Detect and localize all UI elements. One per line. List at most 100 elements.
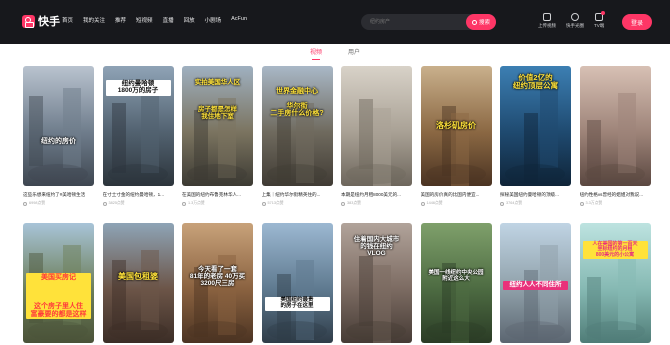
video-thumbnail[interactable] xyxy=(579,66,651,186)
video-card[interactable]: 美国买房记 这个房子里人住 富豪要的都是这样 xyxy=(23,223,94,343)
like-icon xyxy=(420,201,425,206)
video-meta: 3.3万点赞 xyxy=(579,201,651,206)
upload-video-button[interactable]: 上传视频 xyxy=(538,13,556,29)
upload-icon xyxy=(543,13,551,21)
video-card[interactable]: 美国纽约最贵 的房子在这里 xyxy=(261,223,333,343)
notification-dot xyxy=(601,11,606,15)
video-thumbnail[interactable]: 人在美国的第一百天 坐标纽约的月租 800美元的小公寓 xyxy=(579,223,651,343)
video-card[interactable]: 洛杉矶房价美国的房价真的比国内便宜... 1446点赞 xyxy=(420,66,492,206)
video-title[interactable]: 纽约性格vs曾经的姐姐对我说... xyxy=(580,192,651,198)
thumbnail-image xyxy=(420,223,492,343)
video-thumbnail[interactable]: 纽约人人不同住所 xyxy=(500,223,571,343)
video-card[interactable]: 纽约的房价这些乐想来纽约了#美哈顿生活 6998点赞 xyxy=(23,66,94,206)
like-icon xyxy=(579,201,584,206)
tv-icon xyxy=(595,11,606,21)
video-title[interactable]: 美国的房价真的比国内便宜... xyxy=(421,192,492,198)
thumbnail-caption: 美国纽约最贵 的房子在这里 xyxy=(264,297,330,311)
like-count: 5713点赞 xyxy=(267,201,284,205)
thumbnail-image xyxy=(102,223,174,343)
nav-item-short-video[interactable]: 短视频 xyxy=(136,16,153,24)
thumbnail-caption: 美国一线纽约中央公园 附近这么大 xyxy=(428,270,484,282)
search-button[interactable]: 搜索 xyxy=(466,14,496,30)
video-thumbnail[interactable]: 今天看了一套 81年的老房 40万买 3200尺三房 xyxy=(182,223,253,343)
like-icon xyxy=(23,201,27,206)
video-thumbnail[interactable]: 住着国内大城市 的钱在纽约 VLOG xyxy=(341,223,412,343)
like-count: 383点赞 xyxy=(347,201,361,205)
aperture-button[interactable]: 快手光圈 xyxy=(566,13,584,29)
thumbnail-caption: 人在美国的第一百天 坐标纽约的月租 800美元的小公寓 xyxy=(582,241,648,259)
video-card[interactable]: 纽约曼哈顿 1800万的房子 在寸土寸金的纽约曼哈顿，1... 3825点赞 xyxy=(102,66,174,206)
video-card[interactable]: 实拍美国华人区 房子都是怎样 我住地下室在美国的纽约布鲁克林华人... 1.3万点… xyxy=(182,66,253,206)
like-count: 1446点赞 xyxy=(426,201,443,205)
video-title[interactable]: 上集｜纽约华尔街精英住的... xyxy=(262,192,333,198)
video-card[interactable]: 美国一线纽约中央公园 附近这么大 xyxy=(420,223,492,343)
video-thumbnail[interactable]: 世界金融中心 华尔街 二手房什么价格? xyxy=(261,66,333,186)
video-card[interactable]: 住着国内大城市 的钱在纽约 VLOG xyxy=(341,223,412,343)
thumbnail-caption: 纽约曼哈顿 1800万的房子 xyxy=(105,80,171,96)
video-meta: 383点赞 xyxy=(341,201,412,206)
video-title[interactable]: 在美国的纽约布鲁克林华人... xyxy=(182,192,253,198)
video-card[interactable]: 美国包租婆 xyxy=(102,223,174,343)
video-title[interactable]: 在寸土寸金的纽约曼哈顿，1... xyxy=(103,192,174,198)
thumbnail-caption: 价值2亿的 纽约顶层公寓 xyxy=(513,73,558,90)
thumbnail-image xyxy=(261,223,333,343)
video-thumbnail[interactable]: 美国一线纽约中央公园 附近这么大 xyxy=(420,223,492,343)
thumbnail-caption: 纽约的房价 xyxy=(41,138,76,145)
video-thumbnail[interactable]: 价值2亿的 纽约顶层公寓 xyxy=(500,66,571,186)
thumbnail-image xyxy=(23,66,94,186)
video-card[interactable]: 世界金融中心 华尔街 二手房什么价格? 上集｜纽约华尔街精英住的... 5713点赞 xyxy=(261,66,333,206)
like-icon xyxy=(261,201,266,206)
nav-item-home[interactable]: 首页 xyxy=(62,16,73,24)
video-thumbnail[interactable]: 实拍美国华人区 房子都是怎样 我住地下室 xyxy=(182,66,253,186)
like-count: 1.3万点赞 xyxy=(188,201,205,205)
video-meta: 6998点赞 xyxy=(23,201,94,206)
kuaishou-logo[interactable]: 快手 xyxy=(22,13,60,29)
nav-item-replay[interactable]: 回放 xyxy=(184,16,195,24)
nav-item-acfun[interactable]: AcFun xyxy=(231,16,247,24)
like-icon xyxy=(102,201,107,206)
video-title[interactable]: 这些乐想来纽约了#美哈顿生活 xyxy=(23,192,94,198)
video-card[interactable]: 本期是纽约月租8000美元的... 383点赞 xyxy=(341,66,412,206)
like-count: 3764点赞 xyxy=(506,201,523,205)
video-card[interactable]: 人在美国的第一百天 坐标纽约的月租 800美元的小公寓 xyxy=(579,223,651,343)
aperture-label: 快手光圈 xyxy=(566,23,584,28)
video-meta: 1.3万点赞 xyxy=(182,201,253,206)
video-thumbnail[interactable] xyxy=(341,66,412,186)
nav-item-live[interactable]: 直播 xyxy=(163,16,174,24)
nav-item-mini-theater[interactable]: 小剧场 xyxy=(205,16,222,24)
tab-users[interactable]: 用户 xyxy=(348,44,360,62)
video-card[interactable]: 纽约人人不同住所 xyxy=(500,223,571,343)
video-thumbnail[interactable]: 纽约的房价 xyxy=(23,66,94,186)
search-input[interactable] xyxy=(370,18,460,26)
video-meta: 3764点赞 xyxy=(500,201,571,206)
like-count: 3.3万点赞 xyxy=(585,201,603,205)
thumbnail-caption: 纽约人人不同住所 xyxy=(503,281,568,290)
top-navigation-bar: 快手 首页 我的关注 推荐 短视频 直播 回放 小剧场 AcFun 搜索 上传视… xyxy=(0,0,670,44)
login-button[interactable]: 登录 xyxy=(622,14,652,30)
aperture-icon xyxy=(571,13,579,21)
nav-item-recommend[interactable]: 推荐 xyxy=(115,16,126,24)
like-icon xyxy=(341,201,345,206)
search-bar: 搜索 xyxy=(361,14,496,30)
thumbnail-caption: 洛杉矶房价 xyxy=(436,121,476,130)
logo-text: 快手 xyxy=(38,16,60,28)
video-card[interactable]: 纽约性格vs曾经的姐姐对我说... 3.3万点赞 xyxy=(579,66,651,206)
video-thumbnail[interactable]: 美国纽约最贵 的房子在这里 xyxy=(261,223,333,343)
video-title[interactable]: 本期是纽约月租8000美元的... xyxy=(341,192,412,198)
video-thumbnail[interactable]: 洛杉矶房价 xyxy=(420,66,492,186)
logo-icon xyxy=(22,14,35,28)
result-tabs: 视频 用户 xyxy=(0,44,670,62)
video-thumbnail[interactable]: 美国买房记 这个房子里人住 富豪要的都是这样 xyxy=(23,223,94,343)
video-title[interactable]: 探秘美国纽约曼哈顿的顶级... xyxy=(500,192,571,198)
search-button-label: 搜索 xyxy=(478,20,490,26)
tv-button[interactable]: TV端 xyxy=(594,11,606,29)
upload-video-label: 上传视频 xyxy=(538,23,556,28)
video-thumbnail[interactable]: 美国包租婆 xyxy=(102,223,174,343)
header-tools: 上传视频 快手光圈 TV端 xyxy=(538,11,606,29)
tab-video[interactable]: 视频 xyxy=(310,44,322,62)
nav-item-following[interactable]: 我的关注 xyxy=(83,16,105,24)
thumbnail-caption: 今天看了一套 81年的老房 40万买 3200尺三房 xyxy=(189,266,246,287)
video-card[interactable]: 价值2亿的 纽约顶层公寓探秘美国纽约曼哈顿的顶级... 3764点赞 xyxy=(500,66,571,206)
video-thumbnail[interactable]: 纽约曼哈顿 1800万的房子 xyxy=(102,66,174,186)
video-card[interactable]: 今天看了一套 81年的老房 40万买 3200尺三房 xyxy=(182,223,253,343)
